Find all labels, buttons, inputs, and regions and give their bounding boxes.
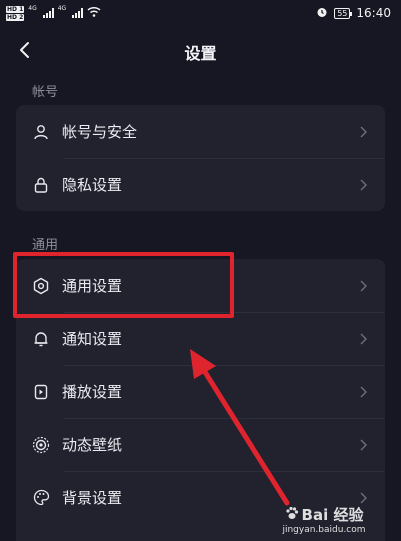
chevron-right-icon xyxy=(359,280,369,292)
settings-item-label: 播放设置 xyxy=(62,383,123,401)
back-button[interactable] xyxy=(12,38,36,62)
lock-icon xyxy=(32,176,50,194)
chevron-right-icon xyxy=(359,492,369,504)
status-left: HD 1 HD 2 4G 4G xyxy=(6,4,101,21)
signal-icon xyxy=(42,8,54,18)
watermark-url: jingyan.baidu.com xyxy=(282,525,366,535)
account-card: 帐号与安全 隐私设置 xyxy=(16,105,385,211)
nav-header: 设置 xyxy=(0,30,401,74)
play-icon xyxy=(32,383,50,401)
settings-item-notification[interactable]: 通知设置 xyxy=(16,312,385,365)
settings-item-label: 动态壁纸 xyxy=(62,436,123,454)
user-icon xyxy=(32,123,50,141)
alarm-icon xyxy=(316,6,328,21)
settings-item-label: 隐私设置 xyxy=(62,176,123,194)
bell-icon xyxy=(32,330,50,348)
chevron-right-icon xyxy=(359,333,369,345)
chevron-left-icon xyxy=(20,42,29,58)
network-type-2: 4G xyxy=(57,4,67,12)
gear-icon xyxy=(32,277,50,295)
wallpaper-icon xyxy=(32,436,50,454)
settings-item-playback[interactable]: 播放设置 xyxy=(16,365,385,418)
settings-item-label: 通用设置 xyxy=(62,277,123,295)
chevron-right-icon xyxy=(359,439,369,451)
status-right: 55 16:40 xyxy=(316,6,391,21)
general-card: 通用设置 通知设置 播放设置 动态壁纸 背景设置 xyxy=(16,259,385,541)
status-bar: HD 1 HD 2 4G 4G 55 16:40 xyxy=(0,0,401,26)
chevron-right-icon xyxy=(359,179,369,191)
settings-item-label: 帐号与安全 xyxy=(62,123,138,141)
settings-item-live-wallpaper[interactable]: 动态壁纸 xyxy=(16,418,385,471)
network-type-1: 4G xyxy=(28,4,37,12)
hd1-badge: HD 1 xyxy=(6,5,25,13)
section-label-account: 帐号 xyxy=(32,85,59,100)
watermark-brand-row: Bai 经验 xyxy=(269,504,379,525)
settings-item-label: 通知设置 xyxy=(62,330,123,348)
signal-icon xyxy=(72,8,84,18)
section-label-general: 通用 xyxy=(32,238,59,253)
clock-time: 16:40 xyxy=(356,6,391,20)
settings-item-general[interactable]: 通用设置 xyxy=(16,259,385,312)
wifi-icon xyxy=(87,6,101,20)
palette-icon xyxy=(32,489,50,507)
page-title: 设置 xyxy=(184,44,217,63)
settings-item-account-security[interactable]: 帐号与安全 xyxy=(16,105,385,158)
chevron-right-icon xyxy=(359,126,369,138)
hd-indicators: HD 1 HD 2 xyxy=(6,5,25,21)
paw-icon xyxy=(285,506,299,524)
battery-icon: 55 xyxy=(334,7,353,19)
watermark-brand: Bai 经验 xyxy=(301,506,364,524)
settings-item-privacy[interactable]: 隐私设置 xyxy=(16,158,385,211)
chevron-right-icon xyxy=(359,386,369,398)
hd2-badge: HD 2 xyxy=(6,13,25,21)
baidu-watermark: Bai 经验 jingyan.baidu.com xyxy=(269,504,379,535)
